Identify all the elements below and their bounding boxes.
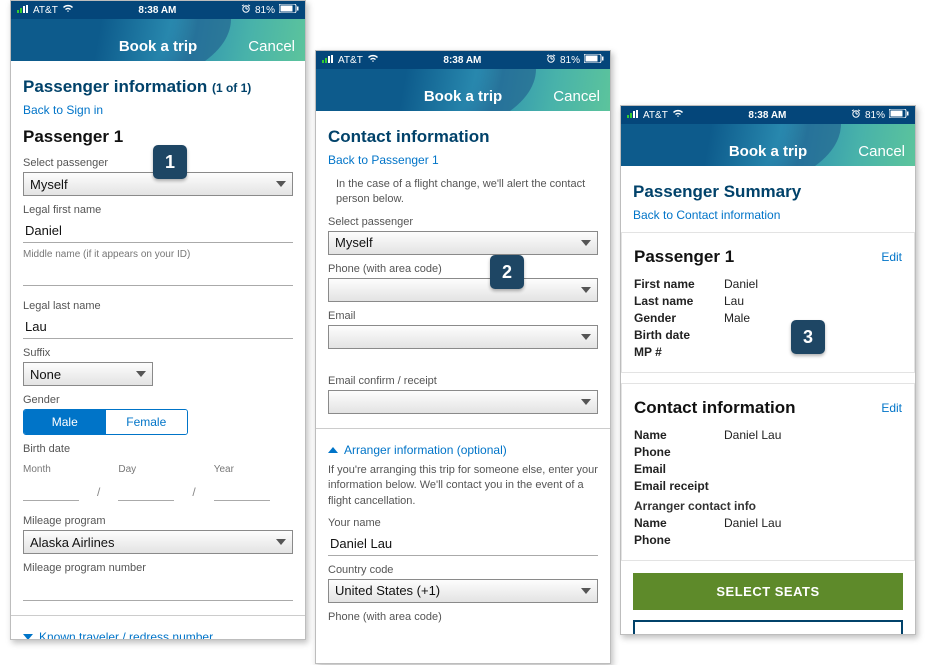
battery-label: 81% [255,5,275,16]
step-badge-3: 3 [791,320,825,354]
label-country: Country code [328,564,598,576]
carrier-label: AT&T [643,110,668,121]
alarm-icon [546,54,556,66]
chevron-down-icon [276,539,286,545]
wifi-icon [672,109,684,121]
gender-segmented: Male Female [23,409,188,435]
middle-name-field[interactable] [23,262,293,286]
label-gender: Gender [23,394,293,406]
carrier-label: AT&T [33,5,58,16]
signal-icon [627,110,639,121]
chevron-down-icon [581,287,591,293]
step-badge-2: 2 [490,255,524,289]
cancel-button[interactable]: Cancel [858,143,905,160]
clock: 8:38 AM [748,110,786,121]
contact-card: Contact information Edit NameDaniel Lau … [621,383,915,561]
chevron-down-icon [581,588,591,594]
phone-screen-1: AT&T 8:38 AM 81% Book a trip Cancel Pass… [10,0,306,640]
page-title: Passenger Summary [633,182,903,202]
battery-label: 81% [865,110,885,121]
select-passenger[interactable]: Myself [328,231,598,255]
arranger-toggle[interactable]: Arranger information (optional) [328,443,598,457]
gender-male[interactable]: Male [24,410,106,434]
back-link[interactable]: Back to Contact information [633,208,903,222]
chevron-down-icon [23,634,33,640]
chevron-down-icon [581,334,591,340]
chevron-down-icon [581,240,591,246]
known-traveler-toggle[interactable]: Known traveler / redress number [23,630,293,640]
edit-contact-link[interactable]: Edit [881,401,902,415]
clock: 8:38 AM [138,5,176,16]
card-title: Passenger 1 [634,247,734,267]
status-bar: AT&T 8:38 AM 81% [621,106,915,124]
passenger-heading: Passenger 1 [23,127,293,147]
label-email-confirm: Email confirm / receipt [328,375,598,387]
battery-icon [889,109,909,121]
step-badge-1: 1 [153,145,187,179]
wifi-icon [62,4,74,16]
nav-bar: Book a trip Cancel [11,19,305,61]
back-link[interactable]: Back to Passenger 1 [328,153,598,167]
arranger-subhead: Arranger contact info [634,499,902,513]
label-first-name: Legal first name [23,204,293,216]
last-name-field[interactable] [23,315,293,339]
phone-screen-3: AT&T 8:38 AM 81% Book a trip Cancel Pass… [620,105,916,635]
cancel-button[interactable]: Cancel [553,88,600,105]
carrier-label: AT&T [338,55,363,66]
chevron-down-icon [136,371,146,377]
battery-icon [584,54,604,66]
email-confirm-select[interactable] [328,390,598,414]
status-bar: AT&T 8:38 AM 81% [316,51,610,69]
dob-month-field[interactable] [23,477,79,501]
label-suffix: Suffix [23,347,293,359]
label-select-passenger: Select passenger [328,216,598,228]
gender-female[interactable]: Female [106,410,188,434]
label-your-name: Your name [328,517,598,529]
edit-passenger-link[interactable]: Edit [881,250,902,264]
your-name-field[interactable] [328,532,598,556]
battery-label: 81% [560,55,580,66]
select-seats-button[interactable]: SELECT SEATS [633,573,903,610]
dob-day-field[interactable] [118,477,174,501]
first-name-field[interactable] [23,219,293,243]
card-title: Contact information [634,398,796,418]
alarm-icon [241,4,251,16]
wifi-icon [367,54,379,66]
label-mp: Mileage program [23,515,293,527]
email-select[interactable] [328,325,598,349]
signal-icon [17,5,29,16]
back-link[interactable]: Back to Sign in [23,103,293,117]
chevron-down-icon [581,399,591,405]
page-title: Contact information [328,127,598,147]
passenger-card: Passenger 1 Edit First nameDaniel Last n… [621,232,915,373]
label-last-name: Legal last name [23,300,293,312]
alarm-icon [851,109,861,121]
dob-year-field[interactable] [214,477,270,501]
nav-bar: Book a trip Cancel [621,124,915,166]
label-mpn: Mileage program number [23,562,293,574]
phone-select[interactable] [328,278,598,302]
page-title: Passenger information (1 of 1) [23,77,293,97]
cancel-button[interactable]: Cancel [248,38,295,55]
country-select[interactable]: United States (+1) [328,579,598,603]
mileage-program-select[interactable]: Alaska Airlines [23,530,293,554]
nav-bar: Book a trip Cancel [316,69,610,111]
label-phone: Phone (with area code) [328,263,598,275]
phone-screen-2: AT&T 8:38 AM 81% Book a trip Cancel Cont… [315,50,611,664]
label-dob: Birth date [23,443,293,455]
label-arranger-phone: Phone (with area code) [328,611,598,623]
arranger-help: If you're arranging this trip for someon… [328,463,598,509]
label-email: Email [328,310,598,322]
chevron-up-icon [328,447,338,453]
signal-icon [322,55,334,66]
mileage-number-field[interactable] [23,577,293,601]
status-bar: AT&T 8:38 AM 81% [11,1,305,19]
help-text: In the case of a flight change, we'll al… [328,177,598,208]
label-middle-name: Middle name (if it appears on your ID) [23,249,293,260]
suffix-select[interactable]: None [23,362,153,386]
battery-icon [279,4,299,16]
clock: 8:38 AM [443,55,481,66]
skip-seats-button[interactable]: SKIP SEATS & PAY [633,620,903,635]
chevron-down-icon [276,181,286,187]
